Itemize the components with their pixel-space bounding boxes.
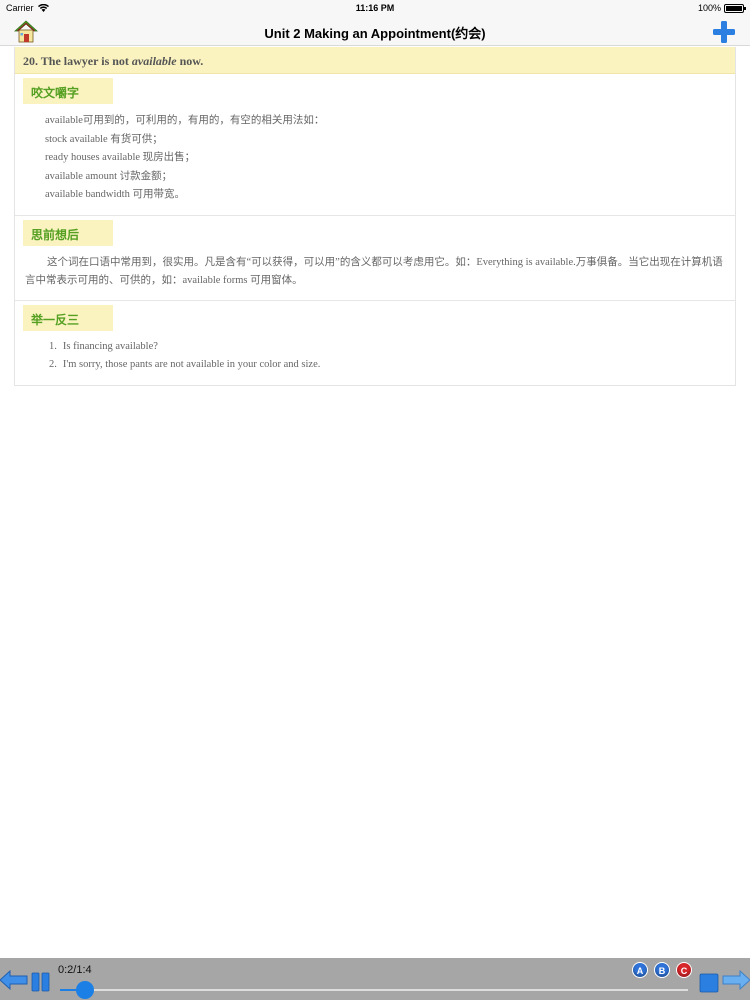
sentence-keyword: available — [131, 54, 177, 68]
example-number: 1. — [49, 340, 57, 352]
a-button[interactable]: A — [632, 962, 648, 978]
battery-percent: 100% — [697, 3, 721, 13]
section-title-word-study: 咬文嚼字 — [23, 78, 113, 104]
pause-icon[interactable] — [31, 972, 51, 992]
sentence-text-before: The lawyer is not — [40, 54, 129, 68]
list-item: 1. Is financing available? — [49, 338, 727, 357]
word-study-line: available bandwidth 可用带宽。 — [45, 189, 185, 200]
stop-icon[interactable] — [699, 973, 719, 993]
word-study-lines: available可用到的，可利用的，有用的，有空的相关用法如： stock a… — [23, 112, 727, 205]
progress-track[interactable] — [60, 989, 688, 991]
word-study-line: ready houses available 现房出售； — [45, 152, 196, 163]
list-item: 2. I'm sorry, those pants are not availa… — [49, 356, 727, 375]
progress-slider-thumb[interactable] — [76, 981, 95, 999]
reflection-paragraph: 这个词在口语中常用到，很实用。凡是含有“可以获得，可以用”的含义都可以考虑用它。… — [25, 256, 723, 286]
battery-icon — [724, 3, 746, 13]
word-study-line: stock available 有货可供； — [45, 133, 163, 145]
section-title-reflection: 思前想后 — [23, 219, 113, 246]
example-text: I'm sorry, those pants are not available… — [62, 359, 321, 370]
sentence-number: 20. — [23, 54, 38, 68]
sentence-header: 20. The lawyer is not available now. — [15, 47, 735, 74]
plus-icon[interactable] — [712, 20, 736, 44]
word-study-section: 咬文嚼字 available可用到的，可利用的，有用的，有空的相关用法如： st… — [15, 74, 735, 216]
navigation-bar: Unit 2 Making an Appointment(约会) — [0, 16, 750, 46]
battery-group: 100% — [697, 3, 746, 13]
example-text: Is financing available? — [62, 340, 158, 352]
forward-arrow-icon[interactable] — [722, 970, 750, 990]
lesson-card: 20. The lawyer is not available now. 咬文嚼… — [14, 47, 736, 386]
status-bar: Carrier 11:16 PM 100% — [0, 0, 750, 16]
status-time: 11:16 PM — [355, 3, 395, 13]
section-title-examples: 举一反三 — [23, 304, 113, 331]
word-study-line: available amount 讨款金额； — [45, 170, 173, 182]
word-study-line: available可用到的，可利用的，有用的，有空的相关用法如： — [45, 115, 325, 126]
page-title: Unit 2 Making an Appointment(约会) — [264, 26, 486, 41]
audio-player-bar: 0:2/1:4 A B C — [0, 958, 750, 1000]
c-button[interactable]: C — [676, 962, 692, 978]
examples-section: 举一反三 1. Is financing available? 2. I'm s… — [15, 301, 735, 385]
b-button[interactable]: B — [654, 962, 670, 978]
playback-time: 0:2/1:4 — [58, 964, 92, 976]
reflection-section: 思前想后 这个词在口语中常用到，很实用。凡是含有“可以获得，可以用”的含义都可以… — [15, 216, 735, 301]
back-arrow-icon[interactable] — [0, 970, 28, 990]
sentence-text-after: now. — [179, 54, 204, 68]
example-number: 2. — [49, 359, 57, 370]
examples-list: 1. Is financing available? 2. I'm sorry,… — [23, 338, 727, 375]
